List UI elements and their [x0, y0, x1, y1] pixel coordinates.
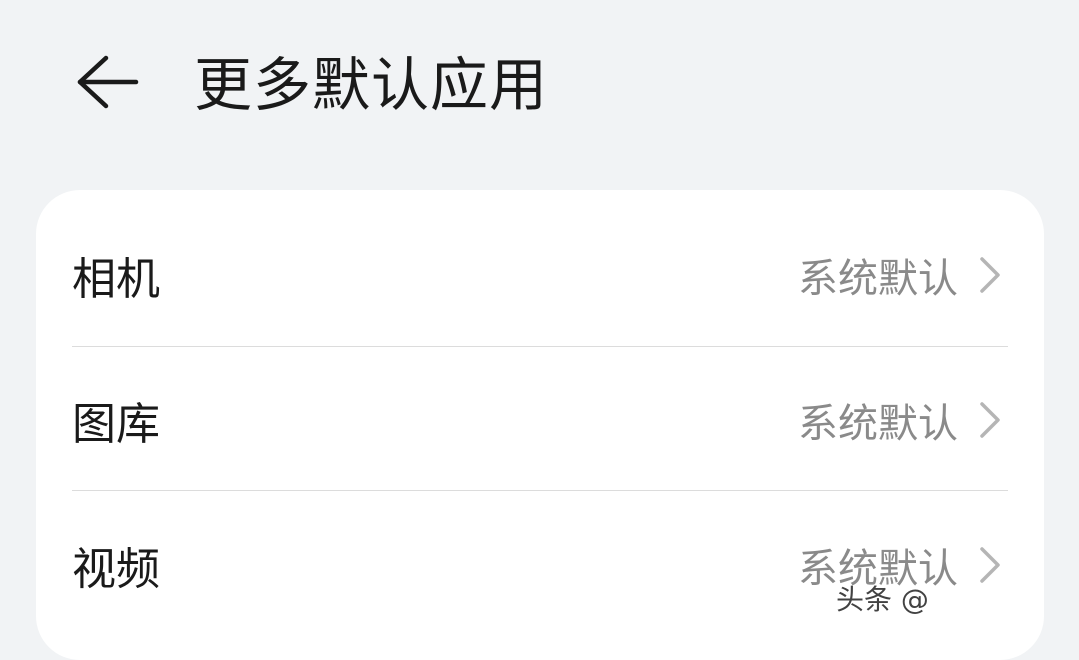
- list-item-gallery[interactable]: 图库 系统默认: [36, 347, 1044, 492]
- divider: [72, 490, 1008, 491]
- list-item-label: 相机: [72, 253, 160, 305]
- arrow-left-icon: [70, 50, 142, 114]
- list-item-camera[interactable]: 相机 系统默认: [36, 202, 1044, 347]
- list-item-value: 系统默认: [798, 255, 958, 302]
- page-title: 更多默认应用: [194, 51, 549, 119]
- chevron-right-icon: [978, 255, 1002, 295]
- app-header: 更多默认应用: [0, 0, 1079, 180]
- chevron-right-icon: [978, 400, 1002, 440]
- list-item-value: 系统默认: [798, 400, 958, 447]
- back-button[interactable]: [70, 50, 142, 114]
- chevron-right-icon: [978, 545, 1002, 585]
- list-item-label: 视频: [72, 543, 160, 595]
- list-item-label: 图库: [72, 398, 160, 450]
- watermark: 头条 @: [836, 583, 929, 616]
